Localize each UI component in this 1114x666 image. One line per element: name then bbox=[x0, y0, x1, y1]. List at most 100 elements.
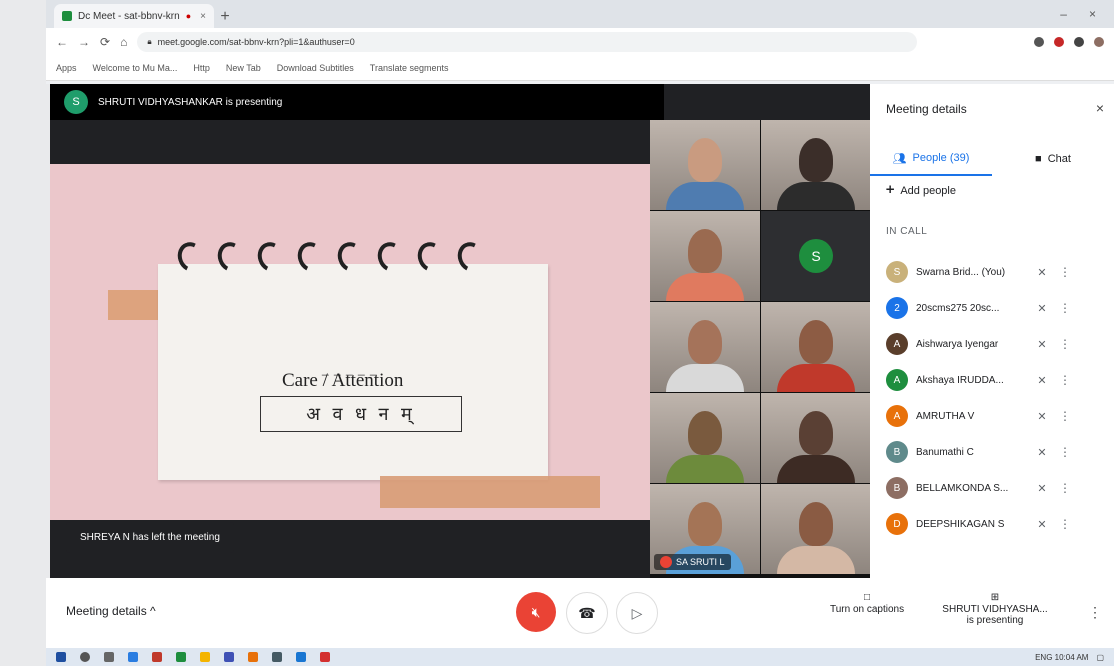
participant-avatar: S bbox=[799, 239, 833, 273]
tab-meet[interactable]: Dc Meet - sat-bbnv-krn ● × bbox=[54, 4, 214, 28]
tab-chat[interactable]: ■ Chat bbox=[992, 142, 1114, 176]
ring-icon bbox=[453, 238, 489, 276]
taskbar-app-icon[interactable] bbox=[200, 652, 210, 662]
participant-row[interactable]: B Banumathi C ✕ ⋮ bbox=[886, 434, 1108, 470]
participant-row[interactable]: 2 20scms275 20sc... ✕ ⋮ bbox=[886, 290, 1108, 326]
home-icon[interactable]: ⌂ bbox=[120, 35, 127, 49]
person-body bbox=[777, 546, 855, 574]
bookmark-item[interactable]: Apps bbox=[56, 63, 77, 73]
participant-more-icon[interactable]: ⋮ bbox=[1058, 265, 1072, 279]
panel-close-icon[interactable]: × bbox=[1096, 100, 1104, 116]
person-head bbox=[799, 502, 833, 546]
participant-row[interactable]: B BELLAMKONDA S... ✕ ⋮ bbox=[886, 470, 1108, 506]
person-head bbox=[688, 411, 722, 455]
person-body bbox=[777, 364, 855, 392]
profile-avatar-icon[interactable] bbox=[1094, 37, 1104, 47]
participant-name: AMRUTHA V bbox=[916, 410, 975, 422]
taskbar-app-icon[interactable] bbox=[224, 652, 234, 662]
taskbar-app-icon[interactable] bbox=[152, 652, 162, 662]
participant-more-icon[interactable]: ⋮ bbox=[1058, 337, 1072, 351]
mic-off-button[interactable]: 🔇︎ bbox=[516, 592, 556, 632]
video-tile[interactable] bbox=[650, 120, 760, 210]
camera-toggle-button[interactable]: ▷ bbox=[616, 592, 658, 634]
mic-muted-icon: ✕ bbox=[1037, 446, 1047, 459]
participant-row[interactable]: S Swarna Brid... (You) ✕ ⋮ bbox=[886, 254, 1108, 290]
forward-icon[interactable]: → bbox=[78, 35, 90, 49]
taskbar-app-icon[interactable] bbox=[248, 652, 258, 662]
bookmark-item[interactable]: Translate segments bbox=[370, 63, 449, 73]
bookmark-item[interactable]: New Tab bbox=[226, 63, 261, 73]
tab-bar: Dc Meet - sat-bbnv-krn ● × + – × bbox=[46, 0, 1114, 28]
add-people-label: Add people bbox=[900, 184, 956, 197]
participant-avatar: A bbox=[886, 405, 908, 427]
new-tab-button[interactable]: + bbox=[214, 6, 236, 28]
person-body bbox=[666, 273, 744, 301]
captions-button[interactable]: □ Turn on captions bbox=[830, 592, 904, 615]
task-view-icon[interactable] bbox=[104, 652, 114, 662]
extension-icon[interactable] bbox=[1034, 37, 1044, 47]
chat-icon: ■ bbox=[1035, 153, 1042, 165]
participant-more-icon[interactable]: ⋮ bbox=[1058, 481, 1072, 495]
taskbar-app-icon[interactable] bbox=[176, 652, 186, 662]
extension-icon[interactable] bbox=[1074, 37, 1084, 47]
presenter-text: SHRUTI VIDHYASHANKAR is presenting bbox=[98, 96, 283, 108]
video-tile[interactable] bbox=[650, 393, 760, 483]
presenter-bar: S SHRUTI VIDHYASHANKAR is presenting bbox=[50, 84, 664, 120]
presentation-slide: _ _ _ _ _ Care / Attention अ व ध न म् bbox=[50, 164, 650, 520]
in-call-heading: IN CALL bbox=[886, 226, 928, 237]
search-icon[interactable] bbox=[80, 652, 90, 662]
bookmark-item[interactable]: Http bbox=[193, 63, 210, 73]
video-tile[interactable] bbox=[650, 302, 760, 392]
url-input[interactable]: 🔒︎ meet.google.com/sat-bbnv-krn?pli=1&au… bbox=[137, 32, 918, 52]
mic-off-icon: 🔇︎ bbox=[531, 603, 541, 620]
back-icon[interactable]: ← bbox=[56, 35, 68, 49]
taskbar-app-icon[interactable] bbox=[296, 652, 306, 662]
person-body bbox=[777, 182, 855, 210]
start-icon[interactable] bbox=[56, 652, 66, 662]
participant-more-icon[interactable]: ⋮ bbox=[1058, 301, 1072, 315]
camera-icon: ▷ bbox=[631, 604, 643, 621]
more-options-icon[interactable]: ⋮ bbox=[1088, 604, 1102, 621]
video-tile[interactable] bbox=[761, 302, 871, 392]
person-head bbox=[799, 138, 833, 182]
participant-row[interactable]: A AMRUTHA V ✕ ⋮ bbox=[886, 398, 1108, 434]
presenting-button[interactable]: ⊞ SHRUTI VIDHYASHA... is presenting bbox=[940, 592, 1050, 627]
minimize-button[interactable]: – bbox=[1060, 7, 1067, 21]
participant-more-icon[interactable]: ⋮ bbox=[1058, 409, 1072, 423]
captions-label: Turn on captions bbox=[830, 603, 905, 615]
tab-people[interactable]: 👥︎ People (39) bbox=[870, 142, 992, 176]
video-tile[interactable] bbox=[761, 393, 871, 483]
add-person-icon: ➕︎ bbox=[886, 184, 895, 196]
people-tab-label: People (39) bbox=[912, 152, 970, 164]
tab-close-icon[interactable]: × bbox=[200, 11, 206, 22]
participant-more-icon[interactable]: ⋮ bbox=[1058, 517, 1072, 531]
presenting-label: SHRUTI VIDHYASHA... is presenting bbox=[942, 603, 1048, 627]
participant-row[interactable]: D DEEPSHIKAGAN S ✕ ⋮ bbox=[886, 506, 1108, 542]
notification-icon[interactable]: ▢ bbox=[1096, 653, 1104, 662]
add-people-button[interactable]: ➕︎ Add people bbox=[886, 184, 956, 197]
taskbar-app-icon[interactable] bbox=[272, 652, 282, 662]
video-tile[interactable] bbox=[761, 484, 871, 574]
meet-favicon-icon bbox=[62, 11, 72, 21]
leave-call-button[interactable]: ☎︎ bbox=[566, 592, 608, 634]
participant-row[interactable]: A Aishwarya Iyengar ✕ ⋮ bbox=[886, 326, 1108, 362]
participant-more-icon[interactable]: ⋮ bbox=[1058, 445, 1072, 459]
mic-muted-icon: ✕ bbox=[1037, 482, 1047, 495]
taskbar-app-icon[interactable] bbox=[320, 652, 330, 662]
bookmark-item[interactable]: Download Subtitles bbox=[277, 63, 354, 73]
reload-icon[interactable]: ⟳ bbox=[100, 35, 110, 49]
video-tile[interactable]: S bbox=[761, 211, 871, 301]
extension-icon[interactable] bbox=[1054, 37, 1064, 47]
taskbar-app-icon[interactable] bbox=[128, 652, 138, 662]
panel-title: Meeting details bbox=[886, 102, 967, 116]
video-tile[interactable] bbox=[650, 211, 760, 301]
window-close-button[interactable]: × bbox=[1089, 7, 1096, 21]
bookmark-item[interactable]: Welcome to Mu Ma... bbox=[93, 63, 178, 73]
participant-row[interactable]: A Akshaya IRUDDA... ✕ ⋮ bbox=[886, 362, 1108, 398]
meeting-details-button[interactable]: Meeting details ^ bbox=[66, 604, 156, 618]
participant-more-icon[interactable]: ⋮ bbox=[1058, 373, 1072, 387]
participant-avatar: B bbox=[886, 477, 908, 499]
mic-muted-icon: ✕ bbox=[1037, 410, 1047, 423]
video-tile[interactable]: SA SRUTI L bbox=[650, 484, 760, 574]
video-tile[interactable] bbox=[761, 120, 871, 210]
